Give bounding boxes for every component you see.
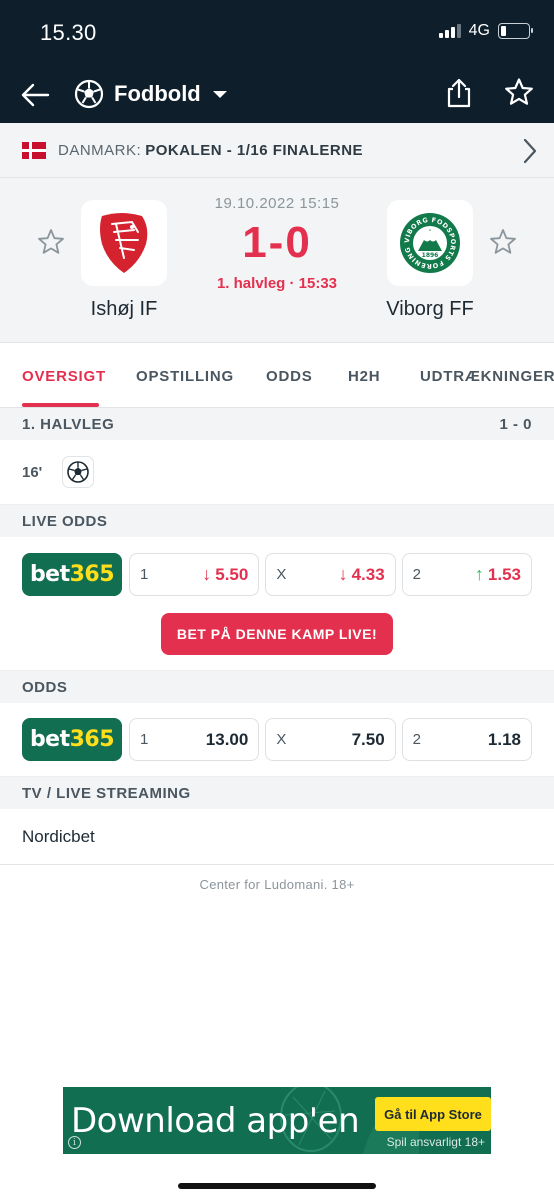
download-app-banner[interactable]: Download app'en Gå til App Store Spil an… (63, 1087, 491, 1154)
odd-label: X (276, 566, 287, 583)
match-status: 1. halvleg · 15:33 (216, 275, 338, 292)
back-arrow-icon[interactable] (20, 80, 50, 110)
odd-label: 1 (140, 731, 149, 748)
favorite-home-star-icon[interactable] (37, 228, 65, 256)
home-team-logo[interactable] (81, 200, 167, 286)
event-minute: 16' (22, 463, 43, 481)
viborg-crest-logo: VIBORG FODSPORTS FORENING 1896 (400, 213, 460, 273)
match-page: 15.30 4G Fodbold DANMARK: POKALEN - 1/16… (0, 0, 554, 1200)
app-store-button[interactable]: Gå til App Store (375, 1097, 491, 1131)
tab-odds[interactable]: ODDS (266, 368, 313, 385)
bet365-logo[interactable]: bet 365 (22, 553, 122, 596)
first-half-header: 1. HALVLEG 1 - 0 (0, 408, 554, 440)
match-date: 19.10.2022 15:15 (214, 195, 340, 212)
svg-text:1896: 1896 (422, 252, 439, 259)
ishoj-lion-logo (100, 213, 148, 273)
away-team-logo[interactable]: VIBORG FODSPORTS FORENING 1896 (387, 200, 473, 286)
competition-bar[interactable]: DANMARK: POKALEN - 1/16 FINALERNE (0, 123, 554, 178)
sport-selector[interactable]: Fodbold (74, 79, 229, 109)
tv-channel: Nordicbet (22, 826, 95, 846)
live-odd-home[interactable]: 1 ↓ 5.50 (129, 553, 260, 596)
arrow-up-icon: ↑ (474, 564, 484, 584)
odd-value: 1.53 (487, 564, 521, 584)
odds-header: ODDS (0, 671, 554, 703)
odd-value: 1.18 (487, 729, 521, 749)
first-half-title: 1. HALVLEG (22, 415, 115, 433)
live-odd-draw[interactable]: X ↓ 4.33 (265, 553, 396, 596)
odd-label: 2 (412, 731, 421, 748)
favorite-star-icon[interactable] (504, 77, 534, 107)
competition-country: DANMARK: (58, 141, 142, 159)
odd-label: X (276, 731, 287, 748)
caret-down-icon (212, 91, 227, 98)
match-tabs: OVERSIGT OPSTILLING ODDS H2H UDTRÆKNINGE… (0, 343, 554, 408)
status-icons: 4G (438, 22, 533, 40)
tv-header: TV / LIVE STREAMING (0, 777, 554, 809)
live-odds-block: bet 365 1 ↓ 5.50 X ↓ 4.33 2 ↑ 1.53 BET PÅ DE… (0, 537, 554, 671)
goal-ball-icon (62, 456, 95, 488)
live-odd-away[interactable]: 2 ↑ 1.53 (401, 553, 532, 596)
football-icon (74, 79, 104, 109)
goal-event: 16' (0, 440, 554, 505)
nav-bar: Fodbold (0, 66, 554, 123)
odd-draw[interactable]: X 7.50 (265, 718, 396, 761)
active-tab-indicator (22, 403, 99, 407)
first-half-score: 1 - 0 (499, 415, 532, 433)
home-team-name[interactable]: Ishøj IF (49, 298, 199, 321)
tv-channel-row[interactable]: Nordicbet (0, 809, 554, 865)
odd-value: 4.33 (351, 564, 385, 584)
live-odds-header: LIVE ODDS (0, 505, 554, 537)
chevron-right-icon[interactable] (522, 138, 538, 164)
match-score: 1-0 (242, 218, 312, 267)
tab-oversigt[interactable]: OVERSIGT (22, 368, 106, 385)
odd-away[interactable]: 2 1.18 (401, 718, 532, 761)
competition-name: POKALEN - 1/16 FINALERNE (145, 141, 364, 159)
status-bar: 15.30 4G (0, 0, 554, 66)
odds-title: ODDS (22, 678, 68, 696)
odds-row: bet 365 1 13.00 X 7.50 2 1.18 (0, 718, 554, 761)
tab-udtraekninger[interactable]: UDTRÆKNINGER (420, 368, 554, 385)
arrow-down-icon: ↓ (202, 564, 212, 584)
odd-value: 5.50 (215, 564, 249, 584)
arrow-down-icon: ↓ (338, 564, 348, 584)
bet365-logo[interactable]: bet 365 (22, 718, 122, 761)
banner-responsible-text: Spil ansvarligt 18+ (386, 1135, 485, 1149)
odd-value: 13.00 (205, 729, 249, 749)
match-header: 19.10.2022 15:15 1-0 1. halvleg · 15:33 … (0, 178, 554, 343)
bet-live-button[interactable]: BET PÅ DENNE KAMP LIVE! (161, 613, 393, 655)
share-icon[interactable] (444, 77, 474, 109)
tab-h2h[interactable]: H2H (348, 368, 380, 385)
live-odds-row: bet 365 1 ↓ 5.50 X ↓ 4.33 2 ↑ 1.53 (0, 553, 554, 596)
battery-icon (498, 23, 533, 39)
live-odds-title: LIVE ODDS (22, 512, 108, 530)
odd-home[interactable]: 1 13.00 (129, 718, 260, 761)
signal-icon (438, 24, 461, 38)
denmark-flag-icon (22, 141, 46, 159)
tv-title: TV / LIVE STREAMING (22, 784, 191, 802)
nav-title: Fodbold (114, 81, 201, 106)
odd-value: 7.50 (351, 729, 385, 749)
away-team-name[interactable]: Viborg FF (355, 298, 505, 321)
odd-label: 2 (412, 566, 421, 583)
status-time: 15.30 (40, 20, 97, 45)
responsible-gambling-note[interactable]: Center for Ludomani. 18+ (0, 877, 554, 892)
favorite-away-star-icon[interactable] (489, 228, 517, 256)
tab-opstilling[interactable]: OPSTILLING (136, 368, 234, 385)
home-indicator (178, 1183, 376, 1189)
info-icon[interactable]: i (68, 1136, 81, 1149)
network-type: 4G (468, 22, 490, 39)
odds-block: bet 365 1 13.00 X 7.50 2 1.18 (0, 703, 554, 777)
banner-title: Download app'en (71, 1101, 360, 1141)
odd-label: 1 (140, 566, 149, 583)
